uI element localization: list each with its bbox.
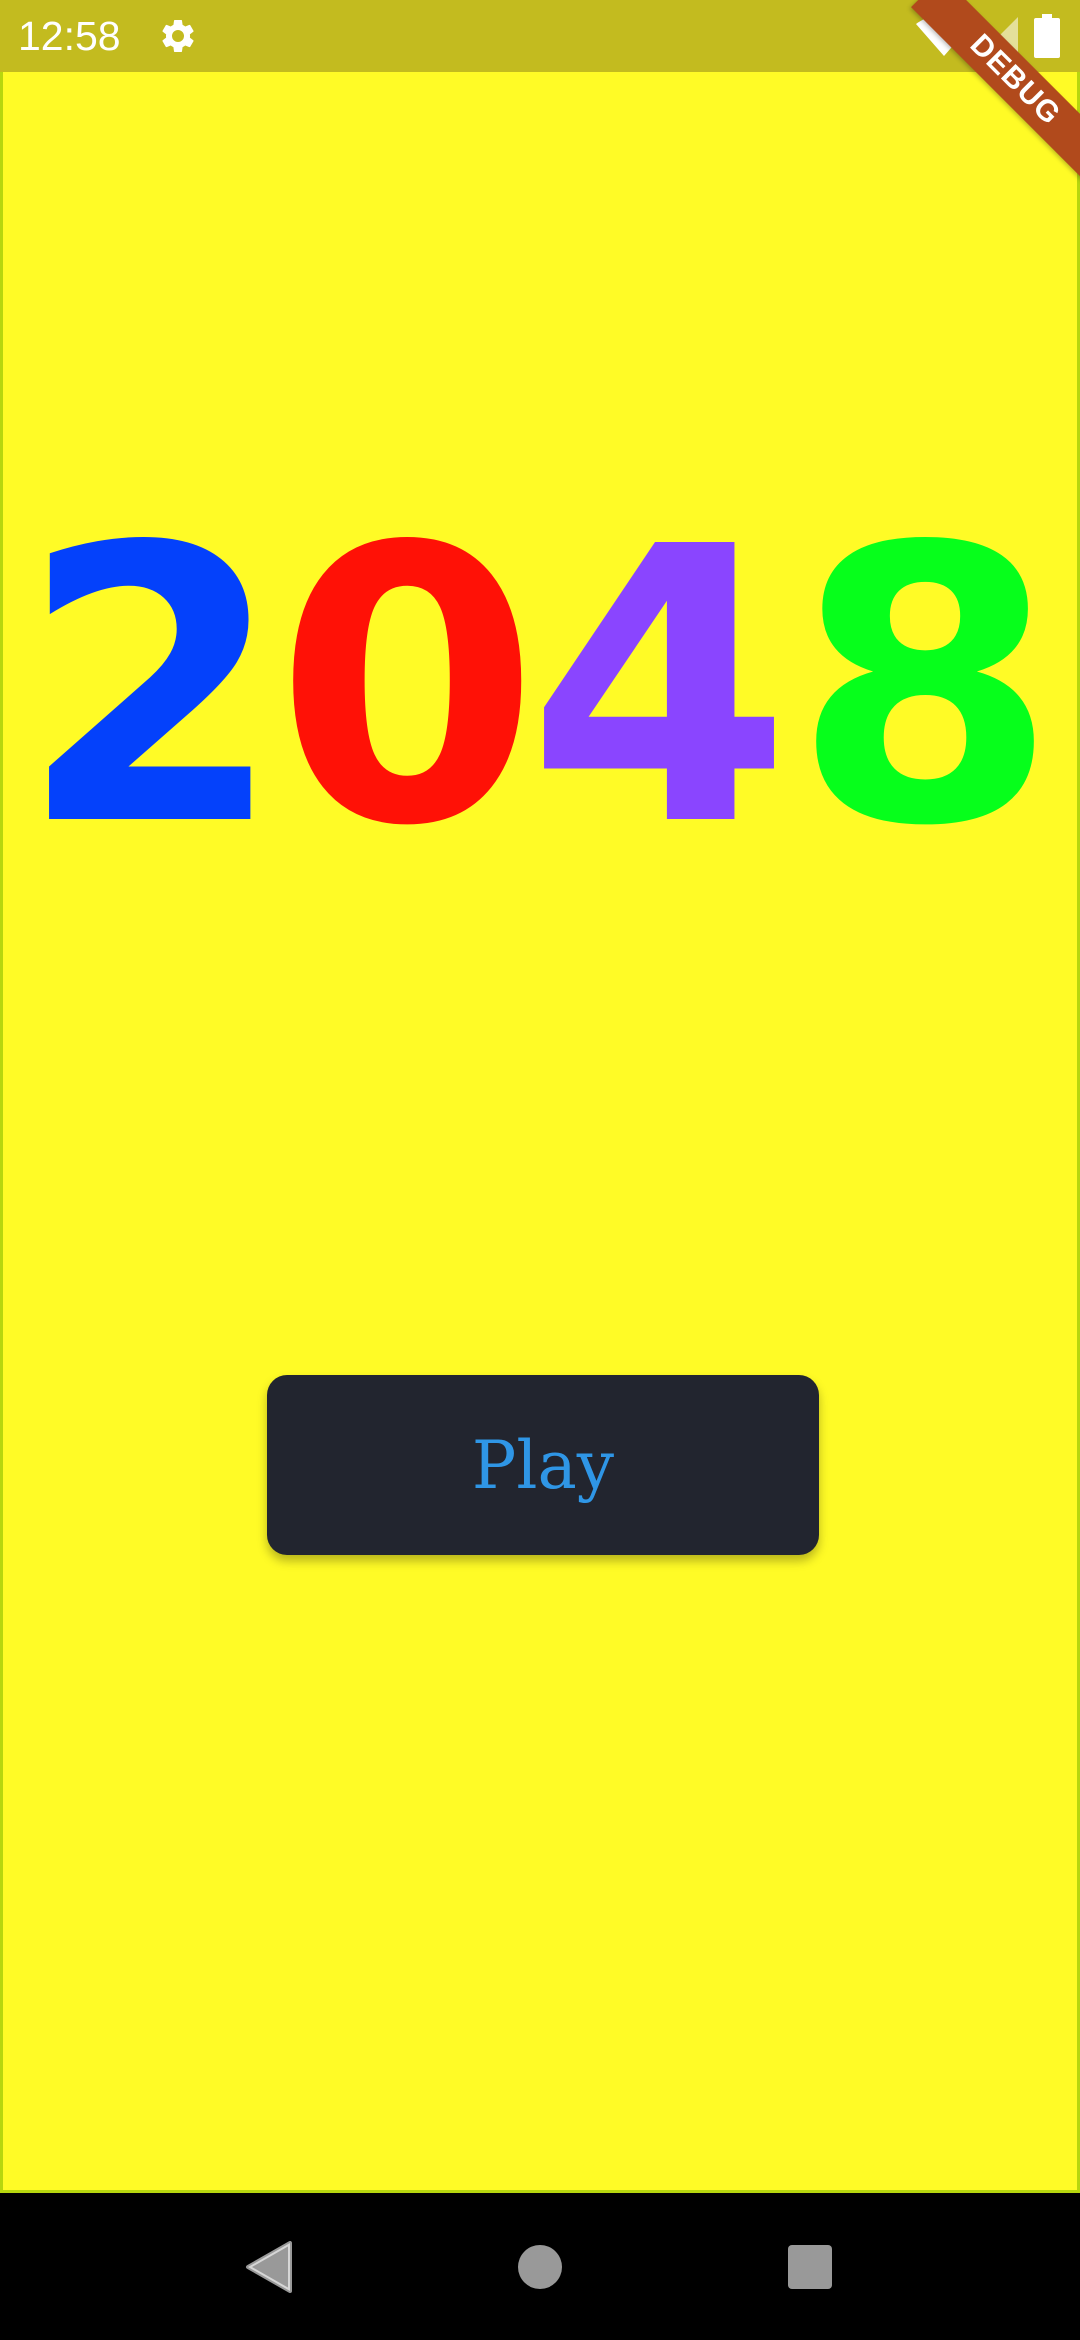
gear-icon <box>162 19 194 52</box>
home-icon <box>518 2244 562 2289</box>
navigation-bar <box>0 2193 1080 2340</box>
wifi-icon <box>916 16 972 56</box>
title-digit: 2 <box>19 466 284 909</box>
recents-button[interactable] <box>740 2193 880 2340</box>
home-button[interactable] <box>470 2193 610 2340</box>
play-button[interactable]: Play <box>267 1375 819 1555</box>
title-digit: 0 <box>275 466 540 909</box>
recents-icon <box>788 2244 832 2289</box>
play-button-label: Play <box>471 1426 615 1504</box>
back-icon <box>246 2240 292 2293</box>
app-screen: 2 0 4 8 Play <box>0 0 1080 2193</box>
title-2048: 2 0 4 8 <box>3 466 1080 909</box>
signal-icon <box>980 17 1018 55</box>
title-digit: 4 <box>527 466 792 909</box>
status-bar: 12:58 <box>0 0 1080 72</box>
back-button[interactable] <box>198 2193 338 2340</box>
battery-icon <box>1034 14 1060 58</box>
status-time: 12:58 <box>18 13 121 59</box>
title-digit: 8 <box>793 466 1058 909</box>
